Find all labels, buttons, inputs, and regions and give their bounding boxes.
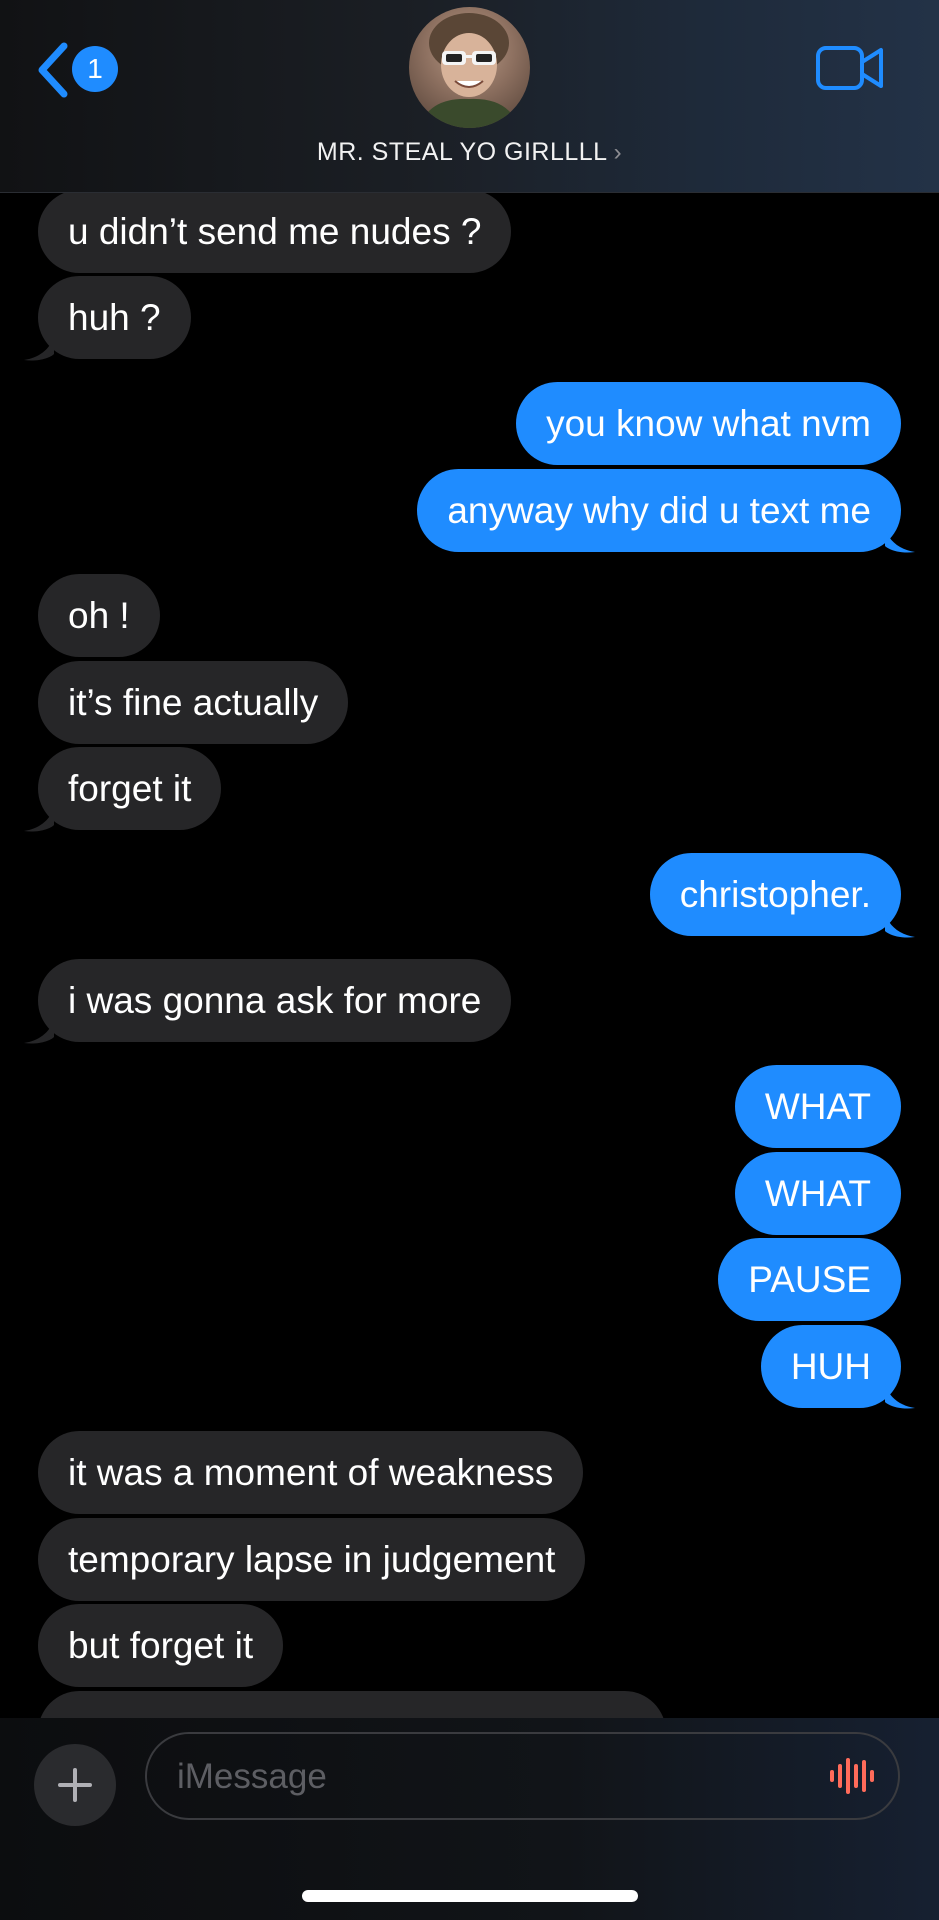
chevron-right-icon: › (613, 139, 623, 166)
message-bubble-incoming[interactable]: forget it (38, 747, 222, 830)
message-bubble-incoming[interactable]: it was a moment of weakness (38, 1431, 584, 1514)
message-bubble-outgoing[interactable]: PAUSE (718, 1238, 901, 1321)
message-input[interactable] (175, 1734, 799, 1820)
back-button[interactable]: 1 (36, 38, 126, 98)
message-bubble-incoming[interactable]: i was gonna ask for more (38, 959, 512, 1042)
message-input-container (145, 1732, 900, 1820)
facetime-button[interactable] (815, 44, 885, 92)
message-bubble-incoming[interactable] (38, 1691, 666, 1718)
message-bubble-incoming[interactable]: oh ! (38, 574, 160, 657)
composer-bar (0, 1718, 939, 1920)
message-bubble-incoming[interactable]: temporary lapse in judgement (38, 1518, 586, 1601)
chevron-left-icon (38, 42, 68, 98)
message-bubble-outgoing[interactable]: WHAT (734, 1152, 901, 1235)
waveform-icon[interactable] (828, 1756, 876, 1796)
message-bubble-outgoing[interactable]: anyway why did u text me (417, 469, 901, 552)
message-bubble-incoming[interactable]: but forget it (38, 1604, 284, 1687)
message-bubble-incoming[interactable]: it’s fine actually (38, 661, 349, 744)
avatar[interactable] (409, 7, 530, 128)
message-list[interactable]: u didn’t send me nudes ? huh ? you know … (0, 160, 939, 1718)
message-bubble-outgoing[interactable]: WHAT (734, 1065, 901, 1148)
message-bubble-incoming[interactable]: u didn’t send me nudes ? (38, 190, 512, 273)
contact-photo (419, 13, 519, 128)
message-bubble-outgoing[interactable]: christopher. (649, 853, 901, 936)
message-bubble-outgoing[interactable]: HUH (760, 1325, 901, 1408)
bubble-tail (885, 1384, 915, 1409)
plus-icon (58, 1768, 92, 1802)
conversation-header: 1 MR. STEAL YO GIRLLLL › (0, 0, 939, 193)
bubble-tail (24, 1019, 54, 1044)
contact-name[interactable]: MR. STEAL YO GIRLLLL › (0, 138, 939, 167)
bubble-tail (885, 528, 915, 553)
bubble-tail (885, 913, 915, 938)
bubble-tail (24, 807, 54, 832)
home-indicator (302, 1890, 638, 1902)
unread-badge: 1 (72, 46, 118, 92)
apps-plus-button[interactable] (34, 1744, 116, 1826)
message-bubble-incoming[interactable]: huh ? (38, 276, 191, 359)
message-bubble-outgoing[interactable]: you know what nvm (516, 382, 901, 465)
bubble-tail (24, 336, 54, 361)
contact-name-label: MR. STEAL YO GIRLLLL (316, 138, 608, 166)
video-camera-icon (816, 46, 883, 90)
